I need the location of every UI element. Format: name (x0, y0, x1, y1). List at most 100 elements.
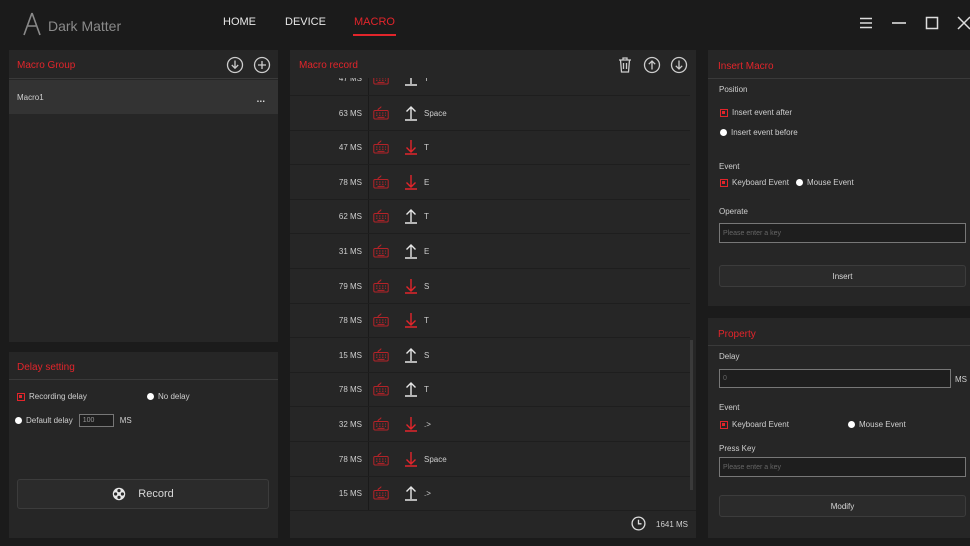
keyboard-event-label: Keyboard Event (732, 420, 789, 429)
import-icon[interactable] (226, 56, 244, 74)
no-delay-label: No delay (158, 392, 190, 401)
macro-record-row[interactable]: 78 MS T (290, 303, 690, 339)
keyboard-icon (373, 244, 389, 258)
event-label: Event (719, 403, 740, 412)
recording-delay-label: Recording delay (29, 392, 87, 401)
event-label: Event (719, 162, 740, 171)
title-bar: Dark Matter HOME DEVICE MACRO (0, 0, 970, 48)
insert-after-option[interactable]: Insert event after (720, 108, 792, 117)
keyboard-icon (373, 279, 389, 293)
row-key: .> (424, 489, 431, 499)
keyboard-icon (373, 106, 389, 120)
macro-record-row[interactable]: 32 MS .> (290, 407, 690, 442)
row-delay: 15 MS (338, 350, 362, 360)
keyboard-icon (373, 175, 389, 189)
delay-input[interactable]: 0 (719, 369, 951, 388)
macro-record-row[interactable]: 78 MS T (290, 372, 690, 408)
mouse-event-label: Mouse Event (807, 178, 854, 187)
macro-record-row[interactable]: 31 MS E (290, 234, 690, 269)
default-delay-option[interactable]: Default delay 100 MS (15, 414, 132, 427)
clock-icon (631, 516, 646, 531)
modify-button[interactable]: Modify (719, 495, 966, 517)
add-icon[interactable] (253, 56, 271, 74)
macro-record-row[interactable]: 79 MS S (290, 269, 690, 304)
menu-icon[interactable] (857, 14, 875, 32)
row-key: S (424, 350, 430, 360)
record-button[interactable]: Record (17, 479, 269, 509)
keyboard-icon (373, 452, 389, 466)
more-icon[interactable]: ... (256, 89, 266, 105)
scrollbar[interactable] (690, 340, 693, 490)
macro-record-row[interactable]: 47 MS T (290, 130, 690, 166)
insert-macro-title: Insert Macro (718, 61, 774, 72)
close-icon[interactable] (955, 14, 970, 32)
row-key: Space (424, 454, 447, 464)
keyboard-event-option[interactable]: Keyboard Event (720, 178, 789, 187)
keyboard-icon (373, 486, 389, 500)
keyboard-icon (373, 78, 389, 85)
delay-setting-panel: Delay setting Recording delay No delay D… (9, 352, 278, 538)
recording-delay-option[interactable]: Recording delay (17, 392, 87, 401)
key-down-icon (404, 139, 418, 155)
minimize-icon[interactable] (890, 14, 908, 32)
maximize-icon[interactable] (923, 14, 941, 32)
no-delay-option[interactable]: No delay (147, 392, 190, 401)
operate-label: Operate (719, 207, 748, 216)
move-up-icon[interactable] (643, 56, 661, 74)
radio-icon (147, 393, 154, 400)
macro-record-list: 47 MS T 63 MS Space 47 MS T 78 MS E 62 MS T 31 MS E… (290, 78, 691, 510)
delete-icon[interactable] (617, 56, 633, 74)
insert-before-option[interactable]: Insert event before (720, 128, 798, 137)
checkbox-icon (720, 108, 728, 117)
key-down-icon (404, 451, 418, 467)
checkbox-icon (720, 178, 728, 187)
property-panel: Property Delay 0 MS Event Keyboard Event… (708, 318, 970, 538)
keyboard-event-option[interactable]: Keyboard Event (720, 420, 789, 429)
insert-button[interactable]: Insert (719, 265, 966, 287)
insert-macro-panel: Insert Macro Position Insert event after… (708, 50, 970, 306)
nav-home[interactable]: HOME (223, 16, 256, 36)
row-delay: 78 MS (338, 385, 362, 395)
keyboard-icon (373, 348, 389, 362)
radio-icon (848, 421, 855, 428)
key-up-icon (404, 347, 418, 363)
app-logo-icon (23, 12, 41, 36)
delay-label: Delay (719, 352, 740, 361)
macro-record-row[interactable]: 15 MS S (290, 338, 690, 373)
nav-device[interactable]: DEVICE (285, 16, 326, 36)
macro-record-row[interactable]: 47 MS T (290, 78, 690, 96)
app-title: Dark Matter (48, 18, 122, 34)
key-up-icon (404, 208, 418, 225)
mouse-event-option[interactable]: Mouse Event (848, 420, 906, 429)
divider (290, 510, 696, 511)
row-delay: 63 MS (338, 108, 362, 118)
record-label: Record (138, 488, 174, 500)
key-down-icon (404, 416, 418, 432)
mouse-event-option[interactable]: Mouse Event (796, 178, 854, 187)
divider (708, 345, 970, 346)
macro-record-row[interactable]: 63 MS Space (290, 96, 690, 131)
key-down-icon (404, 174, 418, 190)
keyboard-event-label: Keyboard Event (732, 178, 789, 187)
mouse-event-label: Mouse Event (859, 420, 906, 429)
move-down-icon[interactable] (670, 56, 688, 74)
macro-record-row[interactable]: 62 MS T (290, 199, 690, 235)
keyboard-icon (373, 209, 389, 223)
row-key: E (424, 177, 430, 187)
macro-list-item[interactable]: Macro1 ... (9, 80, 278, 114)
row-delay: 31 MS (338, 247, 362, 256)
row-key: T (424, 78, 429, 83)
operate-input[interactable]: Please enter a key (719, 223, 966, 243)
default-delay-label: Default delay (26, 416, 73, 425)
macro-record-row[interactable]: 15 MS .> (290, 476, 690, 510)
total-duration: 1641 MS (656, 520, 689, 529)
row-key: S (424, 281, 430, 291)
press-key-input[interactable]: Please enter a key (719, 457, 966, 477)
nav-macro[interactable]: MACRO (353, 16, 396, 36)
delay-unit: MS (119, 416, 132, 425)
divider (9, 379, 278, 380)
radio-icon (720, 129, 727, 136)
default-delay-input[interactable]: 100 (78, 414, 114, 427)
macro-record-row[interactable]: 78 MS Space (290, 442, 690, 477)
macro-record-row[interactable]: 78 MS E (290, 165, 690, 200)
